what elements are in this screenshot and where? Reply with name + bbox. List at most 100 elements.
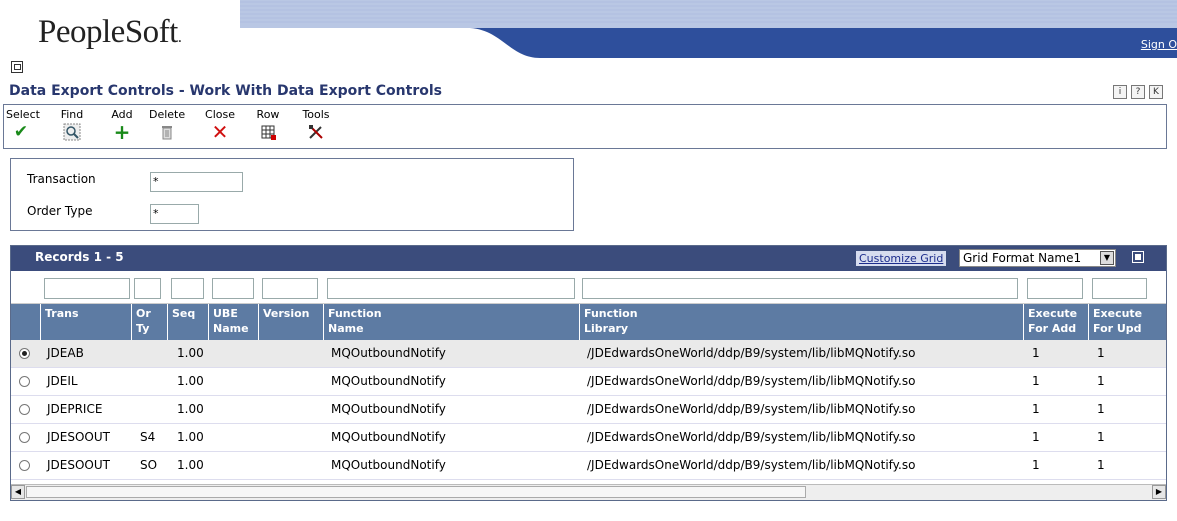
filter-seq-input[interactable] [171,278,204,299]
col-execute-for-add[interactable]: Execute For Add [1023,304,1088,340]
shortcut-icon[interactable]: K [1149,85,1163,99]
sign-out-link[interactable]: Sign O [1141,38,1177,51]
scroll-right-icon[interactable]: ▶ [1152,485,1166,499]
cell-exec-add: 1 [1032,374,1040,388]
cell-exec-upd: 1 [1097,430,1105,444]
cell-exec-add: 1 [1032,458,1040,472]
cell-exec-upd: 1 [1097,346,1105,360]
col-seq[interactable]: Seq [167,304,208,340]
tools-button[interactable]: Tools [299,108,333,141]
customize-grid-link[interactable]: Customize Grid [856,251,947,266]
page-title: Data Export Controls - Work With Data Ex… [9,83,442,99]
cell-function-library: /JDEdwardsOneWorld/ddp/B9/system/lib/lib… [587,402,916,416]
filter-function-name-input[interactable] [327,278,575,299]
cell-function-name: MQOutboundNotify [331,458,446,472]
checkmark-icon: ✔ [13,122,29,142]
cell-function-name: MQOutboundNotify [331,430,446,444]
select-button[interactable]: Select ✔ [6,108,40,142]
close-icon: ✕ [211,120,229,144]
records-grid: Records 1 - 5 Customize Grid Grid Format… [10,245,1167,501]
cell-trans: JDEIL [47,374,78,388]
cell-trans: JDEPRICE [47,402,103,416]
horizontal-scrollbar[interactable]: ◀ ▶ [11,484,1166,500]
cell-seq: 1.00 [177,430,204,444]
help-icon[interactable]: ? [1131,85,1145,99]
cell-exec-add: 1 [1032,346,1040,360]
records-count: Records 1 - 5 [35,250,124,264]
cell-trans: JDEAB [47,346,84,360]
grid-filter-row [11,271,1166,304]
tools-icon [307,123,325,141]
filter-orty-input[interactable] [134,278,161,299]
delete-button[interactable]: Delete [149,108,185,141]
help-icons: i ? K [1113,85,1163,99]
cell-or-ty: S4 [140,430,156,444]
col-or-ty[interactable]: Or Ty [131,304,167,340]
cell-exec-upd: 1 [1097,458,1105,472]
row-select-radio[interactable] [19,376,30,387]
grid-format-select[interactable]: Grid Format Name1 ▼ [959,249,1116,267]
col-execute-for-upd[interactable]: Execute For Upd [1088,304,1151,340]
peoplesoft-logo: PeopleSoft. [38,14,182,50]
close-button[interactable]: Close ✕ [203,108,237,144]
query-criteria-panel: Transaction * Order Type * [10,158,574,231]
add-button[interactable]: Add + [110,108,134,144]
cell-function-library: /JDEdwardsOneWorld/ddp/B9/system/lib/lib… [587,458,916,472]
filter-function-library-input[interactable] [582,278,1018,299]
col-trans[interactable]: Trans [40,304,131,340]
filter-exec-upd-input[interactable] [1092,278,1147,299]
cell-trans: JDESOOUT [47,458,110,472]
row-button[interactable]: Row [254,108,282,141]
col-function-name[interactable]: Function Name [323,304,579,340]
cell-or-ty: SO [140,458,158,472]
order-type-field[interactable]: * [150,204,199,224]
cell-function-library: /JDEdwardsOneWorld/ddp/B9/system/lib/lib… [587,374,916,388]
cell-seq: 1.00 [177,346,204,360]
filter-ube-input[interactable] [212,278,254,299]
row-select-radio[interactable] [19,432,30,443]
cell-exec-upd: 1 [1097,402,1105,416]
filter-trans-input[interactable] [44,278,130,299]
filter-exec-add-input[interactable] [1027,278,1083,299]
toolbar: Select ✔ Find Add + Delete Close ✕ Row T… [3,104,1167,149]
header-banner: Sign O [240,0,1177,58]
table-row[interactable]: JDESOOUT S4 1.00 MQOutboundNotify /JDEdw… [11,424,1166,452]
grid-maximize-icon[interactable] [1132,251,1144,263]
grid-column-headers: Trans Or Ty Seq UBE Name Version Function N… [11,304,1166,340]
col-ube-name[interactable]: UBE Name [208,304,258,340]
col-function-library[interactable]: Function Library [579,304,1023,340]
cell-function-name: MQOutboundNotify [331,374,446,388]
scroll-left-icon[interactable]: ◀ [11,485,25,499]
cell-exec-upd: 1 [1097,374,1105,388]
plus-icon: + [113,120,131,144]
cell-exec-add: 1 [1032,402,1040,416]
table-row[interactable]: JDEAB 1.00 MQOutboundNotify /JDEdwardsOn… [11,340,1166,368]
row-grid-icon [259,123,277,141]
chevron-down-icon: ▼ [1100,251,1114,265]
cell-function-library: /JDEdwardsOneWorld/ddp/B9/system/lib/lib… [587,346,916,360]
scrollbar-thumb[interactable] [26,486,806,498]
cell-function-name: MQOutboundNotify [331,346,446,360]
banner-graphic [240,0,1177,58]
transaction-label: Transaction [27,172,96,186]
cell-function-library: /JDEdwardsOneWorld/ddp/B9/system/lib/lib… [587,430,916,444]
table-row[interactable]: JDEPRICE 1.00 MQOutboundNotify /JDEdward… [11,396,1166,424]
table-row[interactable]: JDESOOUT SO 1.00 MQOutboundNotify /JDEdw… [11,452,1166,480]
col-version[interactable]: Version [258,304,323,340]
cell-trans: JDESOOUT [47,430,110,444]
cell-function-name: MQOutboundNotify [331,402,446,416]
new-window-icon[interactable] [11,61,23,73]
table-row[interactable]: JDEIL 1.00 MQOutboundNotify /JDEdwardsOn… [11,368,1166,396]
cell-exec-add: 1 [1032,430,1040,444]
row-select-radio[interactable] [19,348,30,359]
find-icon [63,123,81,141]
order-type-label: Order Type [27,204,93,218]
find-button[interactable]: Find [57,108,87,141]
cell-seq: 1.00 [177,458,204,472]
transaction-field[interactable]: * [150,172,243,192]
info-icon[interactable]: i [1113,85,1127,99]
filter-version-input[interactable] [262,278,318,299]
cell-seq: 1.00 [177,374,204,388]
row-select-radio[interactable] [19,460,30,471]
row-select-radio[interactable] [19,404,30,415]
